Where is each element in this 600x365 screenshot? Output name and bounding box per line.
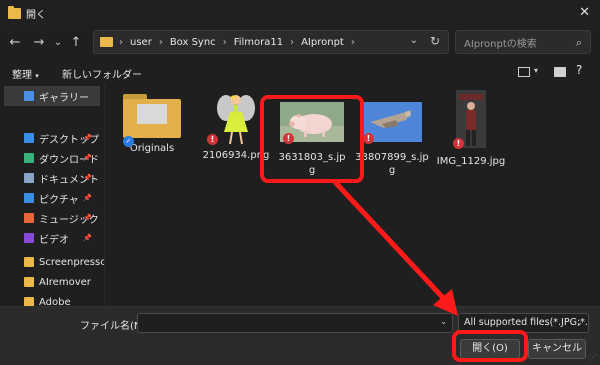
arrow-shaft [333, 180, 449, 304]
annotation-arrow [333, 180, 458, 316]
